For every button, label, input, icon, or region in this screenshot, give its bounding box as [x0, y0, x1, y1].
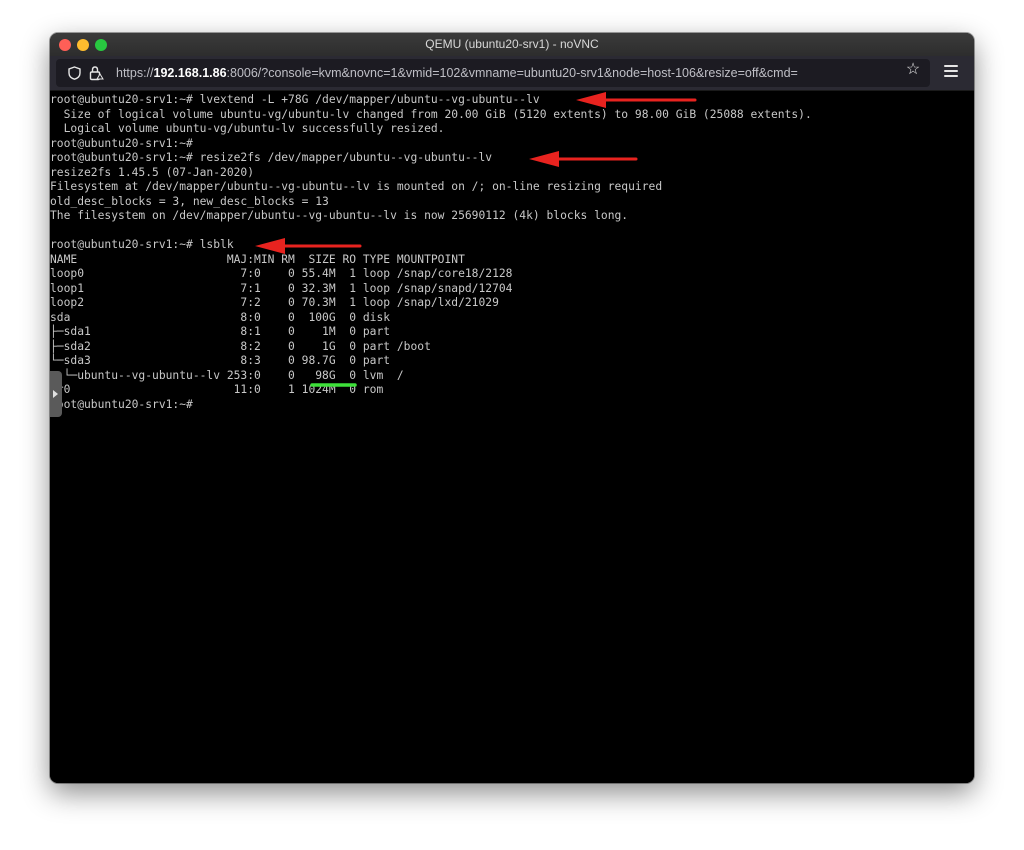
browser-toolbar: https://192.168.1.86:8006/?console=kvm&n… — [50, 56, 974, 91]
terminal-line: root@ubuntu20-srv1:~# lsblk — [50, 238, 234, 251]
terminal-line: └─ubuntu--vg-ubuntu--lv 253:0 0 98G 0 lv… — [50, 368, 404, 382]
terminal-line: Size of logical volume ubuntu-vg/ubuntu-… — [50, 107, 812, 121]
terminal-line: root@ubuntu20-srv1:~# lvextend -L +78G /… — [50, 93, 540, 106]
title-bar: QEMU (ubuntu20-srv1) - noVNC — [50, 33, 974, 56]
terminal-output: root@ubuntu20-srv1:~# lvextend -L +78G /… — [50, 93, 812, 412]
terminal-line: NAME MAJ:MIN RM SIZE RO TYPE MOUNTPOINT — [50, 252, 465, 266]
terminal-line: sr0 11:0 1 1024M 0 rom — [50, 383, 384, 396]
vnc-console[interactable]: root@ubuntu20-srv1:~# lvextend -L +78G /… — [50, 91, 974, 783]
address-bar[interactable]: https://192.168.1.86:8006/?console=kvm&n… — [56, 59, 930, 87]
terminal-line: root@ubuntu20-srv1:~# — [50, 397, 193, 411]
terminal-line: resize2fs 1.45.5 (07-Jan-2020) — [50, 165, 255, 179]
shield-icon[interactable] — [68, 66, 81, 80]
url-text[interactable]: https://192.168.1.86:8006/?console=kvm&n… — [116, 59, 798, 87]
url-scheme: https:// — [116, 66, 154, 80]
window-title: QEMU (ubuntu20-srv1) - noVNC — [425, 37, 599, 51]
bookmark-star-icon[interactable]: ☆ — [904, 61, 922, 79]
maximize-window-button[interactable] — [95, 39, 107, 51]
terminal-line: Filesystem at /dev/mapper/ubuntu--vg-ubu… — [50, 180, 663, 193]
terminal-line: ├─sda2 8:2 0 1G 0 part /boot — [50, 339, 431, 353]
terminal-line: sda 8:0 0 100G 0 disk — [50, 310, 391, 324]
url-host: 192.168.1.86 — [153, 66, 227, 80]
novnc-browser-window: QEMU (ubuntu20-srv1) - noVNC https://192… — [50, 33, 974, 783]
terminal-line: Logical volume ubuntu-vg/ubuntu-lv succe… — [50, 122, 445, 135]
terminal-line: The filesystem on /dev/mapper/ubuntu--vg… — [50, 209, 629, 222]
lock-icon[interactable] — [88, 65, 104, 81]
terminal-line: loop0 7:0 0 55.4M 1 loop /snap/core18/21… — [50, 267, 513, 280]
terminal-line: root@ubuntu20-srv1:~# — [50, 136, 193, 150]
hamburger-menu-icon[interactable] — [944, 65, 958, 81]
terminal-line: old_desc_blocks = 3, new_desc_blocks = 1… — [50, 194, 329, 208]
close-window-button[interactable] — [59, 39, 71, 51]
minimize-window-button[interactable] — [77, 39, 89, 51]
terminal-line: loop1 7:1 0 32.3M 1 loop /snap/snapd/127… — [50, 281, 513, 295]
novnc-control-bar-handle[interactable] — [50, 371, 62, 417]
terminal-line: root@ubuntu20-srv1:~# resize2fs /dev/map… — [50, 151, 493, 164]
terminal-line: └─sda3 8:3 0 98.7G 0 part — [50, 354, 391, 367]
terminal-line: loop2 7:2 0 70.3M 1 loop /snap/lxd/21029 — [50, 296, 499, 309]
url-path: :8006/?console=kvm&novnc=1&vmid=102&vmna… — [226, 66, 798, 80]
terminal-line: ├─sda1 8:1 0 1M 0 part — [50, 325, 391, 338]
